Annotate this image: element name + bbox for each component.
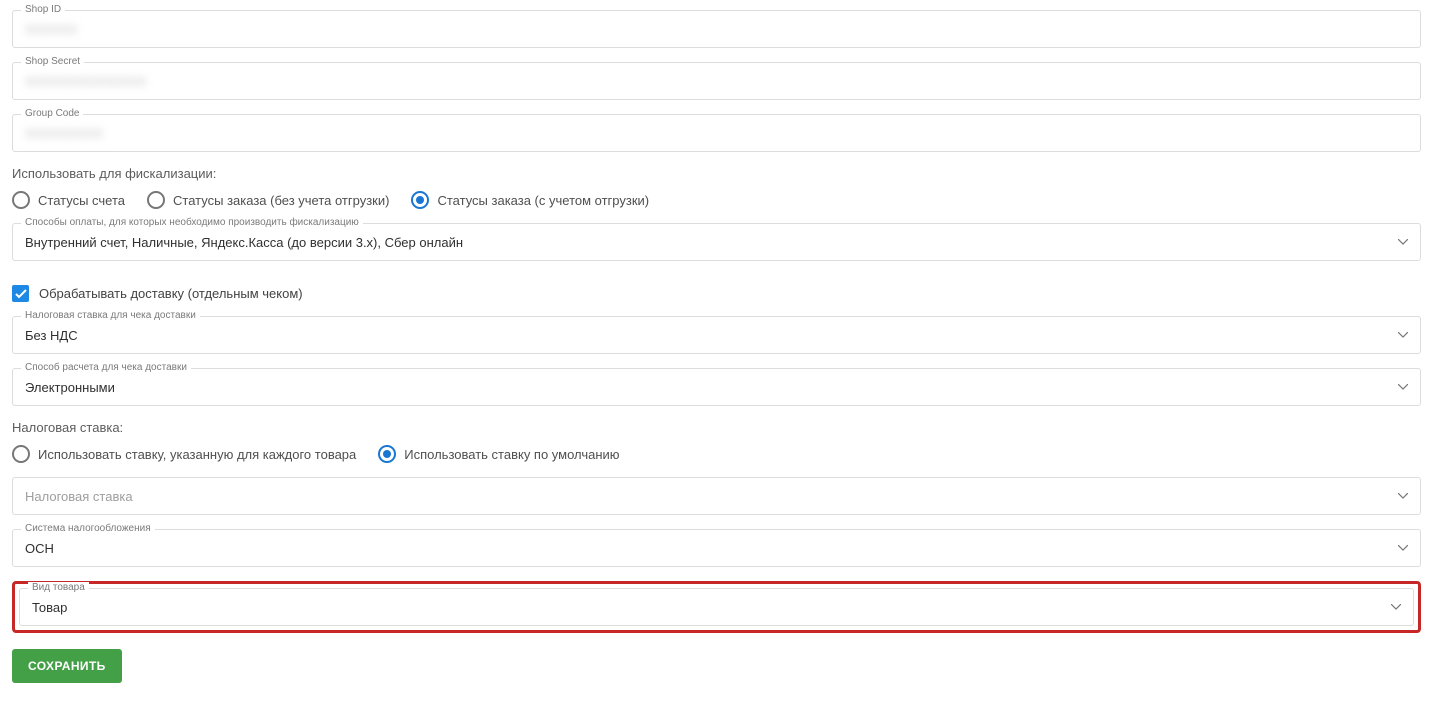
fiscalization-radio-group: Статусы счета Статусы заказа (без учета … (12, 191, 1421, 209)
group-code-value: XXXXXXXXX (25, 125, 1408, 143)
fiscalization-section-label: Использовать для фискализации: (12, 166, 1421, 181)
tax-system-select[interactable]: Система налогообложения ОСН (12, 529, 1421, 567)
delivery-pay-method-value: Электронными (25, 379, 1386, 397)
shop-id-value: XXXXXX (25, 21, 1408, 39)
process-delivery-checkbox[interactable]: Обрабатывать доставку (отдельным чеком) (12, 285, 1421, 302)
delivery-pay-method-select[interactable]: Способ расчета для чека доставки Электро… (12, 368, 1421, 406)
tax-system-value: ОСН (25, 540, 1386, 558)
radio-icon (12, 445, 30, 463)
dropdown-icon (1398, 332, 1408, 338)
dropdown-icon (1391, 604, 1401, 610)
group-code-field[interactable]: Group Code XXXXXXXXX (12, 114, 1421, 152)
shop-secret-label: Shop Secret (21, 56, 84, 68)
dropdown-icon (1398, 545, 1408, 551)
radio-label: Использовать ставку по умолчанию (404, 447, 619, 462)
product-type-select[interactable]: Вид товара Товар (19, 588, 1414, 626)
tax-system-label: Система налогообложения (21, 523, 155, 535)
radio-icon (378, 445, 396, 463)
radio-label: Статусы заказа (без учета отгрузки) (173, 193, 389, 208)
dropdown-icon (1398, 384, 1408, 390)
tax-rate-section-label: Налоговая ставка: (12, 420, 1421, 435)
tax-rate-radio-group: Использовать ставку, указанную для каждо… (12, 445, 1421, 463)
radio-icon (411, 191, 429, 209)
fiscal-radio-order-status-with-ship[interactable]: Статусы заказа (с учетом отгрузки) (411, 191, 649, 209)
product-type-highlight: Вид товара Товар (12, 581, 1421, 633)
process-delivery-label: Обрабатывать доставку (отдельным чеком) (39, 286, 303, 301)
shop-id-field[interactable]: Shop ID XXXXXX (12, 10, 1421, 48)
fiscal-radio-order-status-no-ship[interactable]: Статусы заказа (без учета отгрузки) (147, 191, 389, 209)
dropdown-icon (1398, 493, 1408, 499)
radio-label: Использовать ставку, указанную для каждо… (38, 447, 356, 462)
payment-methods-label: Способы оплаты, для которых необходимо п… (21, 217, 363, 229)
delivery-pay-method-label: Способ расчета для чека доставки (21, 362, 191, 374)
radio-label: Статусы счета (38, 193, 125, 208)
group-code-label: Group Code (21, 108, 83, 120)
tax-rate-select[interactable]: Налоговая ставка (12, 477, 1421, 515)
payment-methods-value: Внутренний счет, Наличные, Яндекс.Касса … (25, 234, 1386, 252)
product-type-value: Товар (32, 599, 1379, 617)
payment-methods-select[interactable]: Способы оплаты, для которых необходимо п… (12, 223, 1421, 261)
delivery-tax-rate-value: Без НДС (25, 327, 1386, 345)
tax-rate-placeholder: Налоговая ставка (25, 488, 1386, 506)
radio-icon (147, 191, 165, 209)
dropdown-icon (1398, 239, 1408, 245)
tax-rate-radio-per-item[interactable]: Использовать ставку, указанную для каждо… (12, 445, 356, 463)
tax-rate-radio-default[interactable]: Использовать ставку по умолчанию (378, 445, 619, 463)
delivery-tax-rate-label: Налоговая ставка для чека доставки (21, 310, 200, 322)
radio-label: Статусы заказа (с учетом отгрузки) (437, 193, 649, 208)
shop-secret-field[interactable]: Shop Secret XXXXXXXXXXXXXX (12, 62, 1421, 100)
checkbox-icon (12, 285, 29, 302)
shop-secret-value: XXXXXXXXXXXXXX (25, 73, 1408, 91)
save-button[interactable]: Сохранить (12, 649, 122, 683)
delivery-tax-rate-select[interactable]: Налоговая ставка для чека доставки Без Н… (12, 316, 1421, 354)
shop-id-label: Shop ID (21, 4, 65, 16)
fiscal-radio-invoice-status[interactable]: Статусы счета (12, 191, 125, 209)
radio-icon (12, 191, 30, 209)
product-type-label: Вид товара (28, 582, 89, 594)
